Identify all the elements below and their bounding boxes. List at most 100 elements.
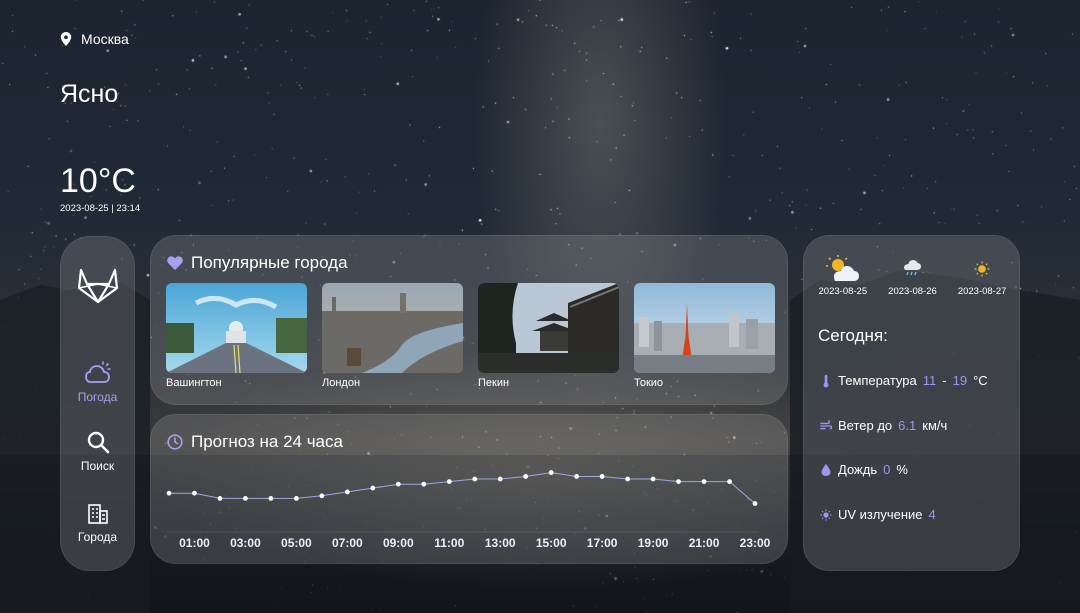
location-city: Москва [81,31,129,47]
temperature-point[interactable] [446,479,452,485]
temperature-point[interactable] [370,485,376,491]
hour-tick-label: 07:00 [332,536,363,550]
temperature-point[interactable] [574,474,580,479]
city-name: Лондон [322,377,361,389]
popular-cities-header: Популярные города [167,253,348,273]
city-name: Вашингтон [166,377,222,389]
hour-tick-label: 21:00 [689,536,720,550]
popular-cities-title: Популярные города [191,253,348,272]
temperature-point[interactable] [421,481,427,487]
temperature-separator: - [942,373,947,388]
temperature-min: 11 [922,373,937,388]
daily-forecast-list: 2023-08-25 2023-08-26 2023-08-27 [804,252,1021,297]
temperature-point[interactable] [319,493,325,499]
hour-tick-label: 17:00 [587,536,618,550]
sun-cloud-icon [825,255,859,281]
buildings-icon [87,504,108,524]
rain-value: 0 [883,462,891,477]
temperature-point[interactable] [548,470,554,475]
city-name: Токио [634,377,664,389]
temperature-point[interactable] [472,476,478,482]
day-item[interactable]: 2023-08-26 [879,252,945,297]
washington-photo [166,283,307,373]
sidebar-item-weather[interactable]: Погода [60,360,135,404]
wind-icon [820,419,832,429]
temperature-point[interactable] [217,495,223,501]
rain-unit: % [896,462,908,477]
uv-sun-icon [820,508,832,521]
sidebar-item-label: Города [77,530,118,544]
hour-tick-label: 01:00 [179,536,210,550]
cloud-moon-icon [84,361,111,383]
current-temperature: 10°C [60,162,136,200]
day-date: 2023-08-25 [818,286,868,297]
stat-temperature: Температура 11 - 19 °C [820,373,988,388]
map-pin-icon [60,32,72,46]
hour-tick-label: 23:00 [740,536,771,550]
city-card-washington[interactable]: Вашингтон [166,283,307,389]
weather-condition: Ясно [60,80,119,108]
sun-icon [974,261,990,277]
hour-tick-label: 09:00 [383,536,414,550]
stat-wind: Ветер до 6.1 км/ч [820,418,947,433]
hour-tick-label: 13:00 [485,536,516,550]
stat-label: Ветер до [838,418,893,433]
sidebar-item-search[interactable]: Поиск [60,430,135,473]
city-list: Вашингтон Лондон Пекин Токио [166,283,775,389]
temperature-point[interactable] [599,474,605,479]
temperature-point[interactable] [497,476,503,482]
sidebar-item-label: Поиск [80,459,115,473]
temperature-point[interactable] [523,474,529,479]
hour-tick-label: 19:00 [638,536,669,550]
temperature-point[interactable] [293,495,299,501]
temperature-max: 19 [952,373,968,388]
raindrop-icon [821,463,831,476]
sidebar-item-cities[interactable]: Города [60,503,135,544]
hour-tick-label: 11:00 [434,536,464,550]
stat-label: Температура [838,373,917,388]
stat-uv: UV излучение 4 [820,507,936,522]
day-date: 2023-08-26 [888,286,937,297]
thermometer-icon [823,374,829,387]
uv-value: 4 [928,507,936,522]
sidebar-item-label: Погода [77,390,118,404]
hour-tick-label: 05:00 [281,536,312,550]
temperature-point[interactable] [701,479,707,485]
forecast-panel: Прогноз на 24 часа 01:00 03:00 05:00 07:00 0… [150,414,788,564]
day-item[interactable]: 2023-08-27 [949,252,1015,297]
london-photo [322,283,463,373]
temperature-point[interactable] [344,489,350,495]
city-card-tokyo[interactable]: Токио [634,283,775,389]
hour-tick-label: 15:00 [536,536,567,550]
today-title: Сегодня: [818,326,888,345]
temperature-point[interactable] [625,476,631,482]
location-header: Москва [60,28,129,50]
beijing-photo [478,283,619,373]
tokyo-photo [634,283,775,373]
temperature-point[interactable] [166,490,172,496]
temperature-point[interactable] [727,479,732,485]
heart-icon [167,256,183,270]
popular-cities-panel: Популярные города Вашингтон Лондон Пекин… [150,235,788,405]
day-date: 2023-08-27 [957,286,1007,297]
rain-cloud-icon [904,260,922,276]
day-item[interactable]: 2023-08-25 [810,252,876,297]
search-icon [87,431,109,454]
location[interactable]: Москва [60,28,129,50]
gitlab-logo-icon[interactable] [76,262,120,306]
temperature-point[interactable] [650,476,656,482]
daily-forecast-panel: 2023-08-25 2023-08-26 2023-08-27 Сегодня… [803,235,1020,571]
hourly-temperature-chart: 01:00 03:00 05:00 07:00 09:00 11:00 13:00 15:00… [166,470,771,550]
temperature-point[interactable] [676,479,681,485]
temperature-point[interactable] [268,495,274,501]
hour-tick-label: 03:00 [230,536,261,550]
temperature-point[interactable] [192,490,197,496]
city-card-london[interactable]: Лондон [322,283,463,389]
temperature-point[interactable] [395,481,401,487]
current-datetime: 2023-08-25 | 23:14 [60,203,141,214]
city-card-beijing[interactable]: Пекин [478,283,619,389]
wind-value: 6.1 [898,418,917,433]
stat-rain: Дождь 0 % [820,462,908,477]
temperature-point[interactable] [243,495,248,501]
temperature-point[interactable] [752,501,758,506]
